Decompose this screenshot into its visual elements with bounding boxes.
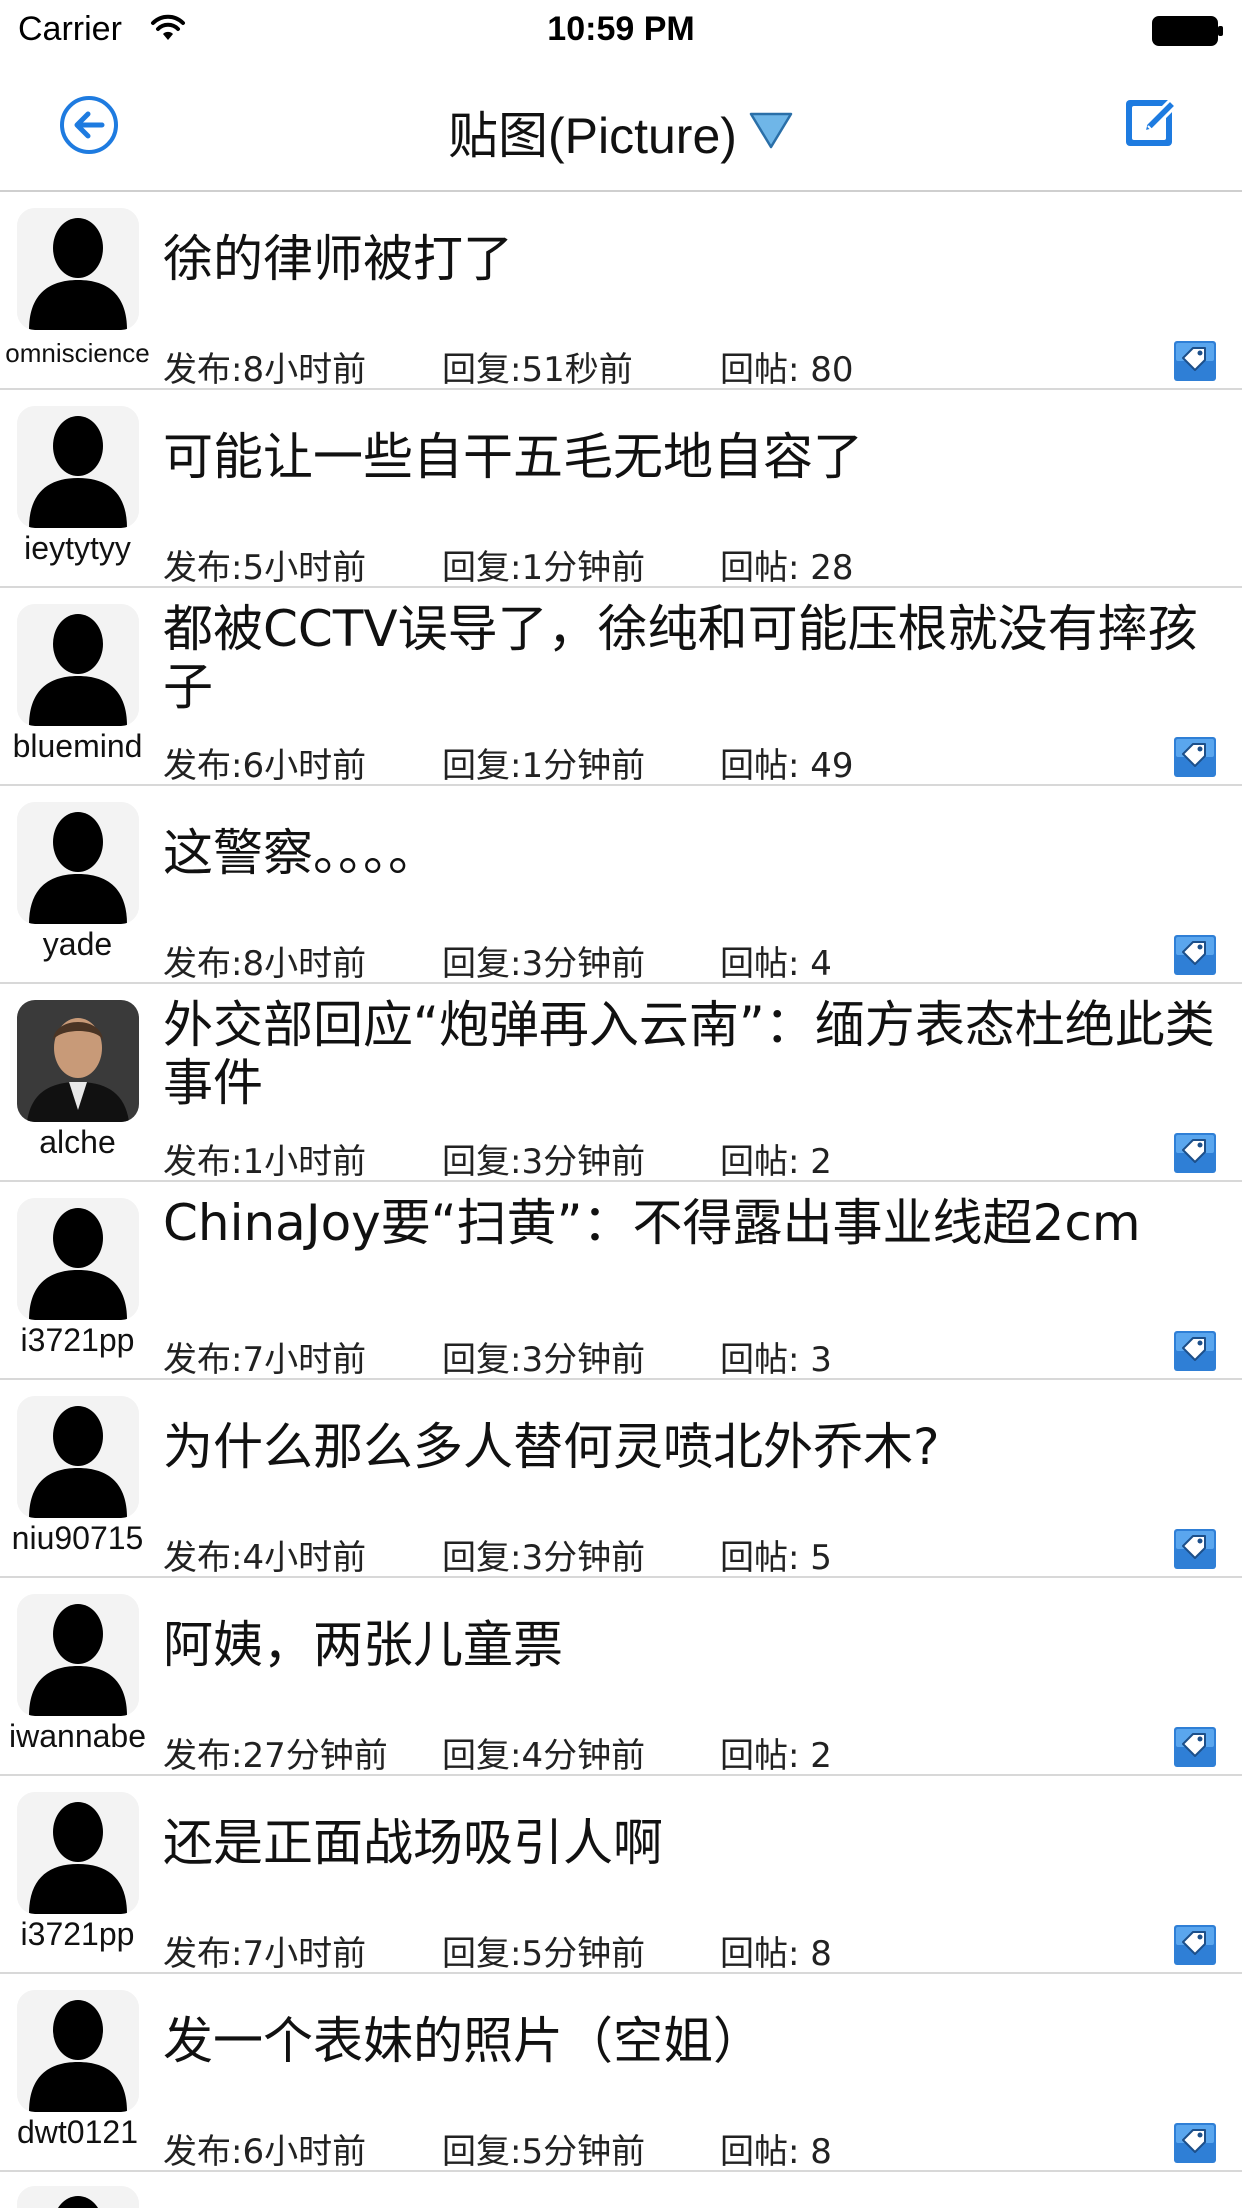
page-title: 贴图(Picture) [447, 108, 737, 164]
channel-selector[interactable]: 贴图(Picture) [0, 96, 1242, 168]
avatar[interactable] [17, 1990, 139, 2112]
username: i3721pp [20, 1322, 135, 1358]
last-reply-time: 回复:3分钟前 [442, 1142, 646, 1182]
posted-time: 发布:8小时前 [163, 350, 367, 390]
list-item[interactable]: i3721pp ChinaJoy要“扫黄”：不得露出事业线超2cm 发布:7小时前 回… [0, 1182, 1242, 1380]
avatar[interactable] [17, 1792, 139, 1914]
avatar[interactable] [17, 1594, 139, 1716]
avatar[interactable] [17, 2186, 139, 2208]
post-title: 这警察。。。。 [163, 824, 438, 882]
post-title: 外交部回应“炮弹再入云南”：缅方表态杜绝此类事件 [163, 996, 1215, 1112]
avatar[interactable] [17, 208, 139, 330]
avatar[interactable] [17, 1396, 139, 1518]
app-screen: Carrier 10:59 PM 贴图(Picture) omniscience… [0, 0, 1242, 2208]
username: ieytytyy [24, 530, 131, 566]
username: bluemind [12, 728, 143, 764]
last-reply-time: 回复:3分钟前 [442, 1340, 646, 1380]
compose-edit-icon [1126, 98, 1178, 146]
posted-time: 发布:5小时前 [163, 548, 367, 588]
avatar[interactable] [17, 604, 139, 726]
last-reply-time: 回复:3分钟前 [442, 944, 646, 984]
reply-count: 回帖: 5 [720, 1538, 832, 1578]
post-title: 都被CCTV误导了，徐纯和可能压根就没有摔孩子 [163, 600, 1198, 716]
tag-icon[interactable] [1173, 1924, 1217, 1966]
posted-time: 发布:7小时前 [163, 1934, 367, 1974]
reply-count: 回帖: 8 [720, 1934, 832, 1974]
posted-time: 发布:6小时前 [163, 746, 367, 786]
tag-icon[interactable] [1173, 340, 1217, 382]
posted-time: 发布:7小时前 [163, 1340, 367, 1380]
username: niu90715 [11, 1520, 144, 1556]
status-bar: Carrier 10:59 PM [0, 0, 1242, 62]
avatar[interactable] [17, 1198, 139, 1320]
tag-icon[interactable] [1173, 736, 1217, 778]
post-title: ChinaJoy要“扫黄”：不得露出事业线超2cm [163, 1194, 1141, 1252]
posted-time: 发布:27分钟前 [163, 1736, 388, 1776]
post-list: omniscience 徐的律师被打了 发布:8小时前 回复:51秒前 回帖: 80 ie… [0, 192, 1242, 2208]
reply-count: 回帖: 3 [720, 1340, 832, 1380]
tag-icon[interactable] [1173, 934, 1217, 976]
reply-count: 回帖: 80 [720, 350, 854, 390]
posted-time: 发布:4小时前 [163, 1538, 367, 1578]
last-reply-time: 回复:1分钟前 [442, 548, 646, 588]
tag-icon[interactable] [1173, 1528, 1217, 1570]
last-reply-time: 回复:5分钟前 [442, 2132, 646, 2172]
post-title: 还是正面战场吸引人啊 [163, 1814, 663, 1872]
list-item[interactable] [0, 2172, 1242, 2208]
reply-count: 回帖: 49 [720, 746, 854, 786]
tag-icon[interactable] [1173, 2122, 1217, 2164]
post-title: 发一个表妹的照片（空姐） [163, 2012, 763, 2070]
username: yade [42, 926, 113, 962]
battery-icon [1152, 16, 1224, 50]
reply-count: 回帖: 28 [720, 548, 854, 588]
username: dwt0121 [17, 2114, 138, 2150]
list-item[interactable]: alche 外交部回应“炮弹再入云南”：缅方表态杜绝此类事件发布:1小时前 回复:3… [0, 984, 1242, 1182]
list-item[interactable]: iwannabe 阿姨，两张儿童票发布:27分钟前 回复:4分钟前 回帖: 2 [0, 1578, 1242, 1776]
posted-time: 发布:6小时前 [163, 2132, 367, 2172]
posted-time: 发布:1小时前 [163, 1142, 367, 1182]
last-reply-time: 回复:51秒前 [442, 350, 633, 390]
tag-icon[interactable] [1173, 1132, 1217, 1174]
list-item[interactable]: i3721pp 还是正面战场吸引人啊发布:7小时前 回复:5分钟前 回帖: 8 [0, 1776, 1242, 1974]
username: alche [39, 1124, 116, 1160]
username: i3721pp [20, 1916, 135, 1952]
post-title: 徐的律师被打了 [163, 230, 513, 288]
list-item[interactable]: dwt0121 发一个表妹的照片（空姐） 发布:6小时前 回复:5分钟前 回帖: 8 [0, 1974, 1242, 2172]
last-reply-time: 回复:5分钟前 [442, 1934, 646, 1974]
reply-count: 回帖: 8 [720, 2132, 832, 2172]
list-item[interactable]: niu90715 为什么那么多人替何灵喷北外乔木? 发布:4小时前 回复:3分钟前 回帖… [0, 1380, 1242, 1578]
last-reply-time: 回复:3分钟前 [442, 1538, 646, 1578]
tag-icon[interactable] [1173, 1330, 1217, 1372]
last-reply-time: 回复:4分钟前 [442, 1736, 646, 1776]
avatar[interactable] [17, 1000, 139, 1122]
list-item[interactable]: yade 这警察。。。。发布:8小时前 回复:3分钟前 回帖: 4 [0, 786, 1242, 984]
username: iwannabe [9, 1718, 146, 1754]
reply-count: 回帖: 4 [720, 944, 832, 984]
clock: 10:59 PM [547, 10, 695, 48]
list-item[interactable]: ieytytyy 可能让一些自干五毛无地自容了发布:5小时前 回复:1分钟前 回帖: … [0, 390, 1242, 588]
last-reply-time: 回复:1分钟前 [442, 746, 646, 786]
tag-icon[interactable] [1173, 1726, 1217, 1768]
compose-button[interactable] [1122, 92, 1182, 152]
triangle-down-icon [748, 110, 794, 154]
username: omniscience [5, 338, 150, 368]
reply-count: 回帖: 2 [720, 1142, 832, 1182]
list-item[interactable]: bluemind 都被CCTV误导了，徐纯和可能压根就没有摔孩子发布:6小时前 回复… [0, 588, 1242, 786]
posted-time: 发布:8小时前 [163, 944, 367, 984]
post-title: 为什么那么多人替何灵喷北外乔木? [163, 1418, 940, 1476]
post-title: 阿姨，两张儿童票 [163, 1616, 563, 1674]
avatar[interactable] [17, 406, 139, 528]
post-title: 可能让一些自干五毛无地自容了 [163, 428, 863, 486]
nav-bar: 贴图(Picture) [0, 62, 1242, 192]
list-item[interactable]: omniscience 徐的律师被打了发布:8小时前 回复:51秒前 回帖: 80 [0, 192, 1242, 390]
avatar[interactable] [17, 802, 139, 924]
reply-count: 回帖: 2 [720, 1736, 832, 1776]
